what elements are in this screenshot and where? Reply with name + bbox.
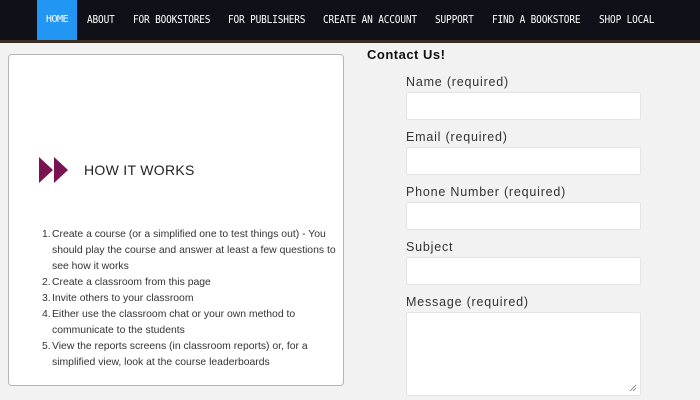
- page: HOME ABOUT FOR BOOKSTORES FOR PUBLISHERS…: [0, 0, 700, 400]
- step-item: 5. View the reports screens (in classroo…: [42, 339, 342, 371]
- step-item: 4. Either use the classroom chat or your…: [42, 307, 342, 339]
- name-field[interactable]: [406, 92, 641, 120]
- nav-item-find-bookstore[interactable]: FIND A BOOKSTORE: [492, 0, 581, 40]
- nav-item-shop-local[interactable]: SHOP LOCAL: [599, 0, 654, 40]
- nav-item-for-bookstores[interactable]: FOR BOOKSTORES: [133, 0, 211, 40]
- double-arrow-icon: [39, 157, 68, 183]
- email-field[interactable]: [406, 147, 641, 175]
- nav-item-about[interactable]: ABOUT: [87, 0, 115, 40]
- step-item: 3. Invite others to your classroom: [42, 291, 342, 307]
- nav-item-home[interactable]: HOME: [37, 0, 78, 40]
- step-number: 2.: [42, 277, 51, 288]
- step-number: 3.: [42, 293, 51, 304]
- name-label: Name (required): [406, 75, 510, 89]
- step-number: 5.: [42, 341, 51, 352]
- email-label: Email (required): [406, 130, 508, 144]
- how-it-works-panel: HOW IT WORKS 1. Create a course (or a si…: [8, 54, 344, 386]
- step-item: 2. Create a classroom from this page: [42, 275, 342, 291]
- step-item: 1. Create a course (or a simplified one …: [42, 227, 342, 275]
- phone-label: Phone Number (required): [406, 185, 567, 199]
- phone-field[interactable]: [406, 202, 641, 230]
- resize-handle-icon[interactable]: [629, 384, 637, 392]
- step-number: 4.: [42, 309, 51, 320]
- subject-field[interactable]: [406, 257, 641, 285]
- steps-list: 1. Create a course (or a simplified one …: [42, 227, 342, 371]
- step-text: Invite others to your classroom: [52, 293, 194, 304]
- message-field[interactable]: [406, 312, 641, 396]
- nav-item-support[interactable]: SUPPORT: [435, 0, 474, 40]
- top-navbar: HOME ABOUT FOR BOOKSTORES FOR PUBLISHERS…: [0, 0, 700, 43]
- step-text: Create a classroom from this page: [52, 277, 211, 288]
- step-text: Either use the classroom chat or your ow…: [52, 309, 296, 336]
- message-label: Message (required): [406, 295, 529, 309]
- step-number: 1.: [42, 229, 51, 240]
- subject-label: Subject: [406, 240, 454, 254]
- nav-item-create-account[interactable]: CREATE AN ACCOUNT: [323, 0, 417, 40]
- step-text: View the reports screens (in classroom r…: [52, 341, 308, 368]
- step-text: Create a course (or a simplified one to …: [52, 229, 336, 272]
- contact-form-title: Contact Us!: [367, 47, 446, 62]
- how-it-works-title: HOW IT WORKS: [84, 162, 195, 178]
- nav-item-for-publishers[interactable]: FOR PUBLISHERS: [228, 0, 306, 40]
